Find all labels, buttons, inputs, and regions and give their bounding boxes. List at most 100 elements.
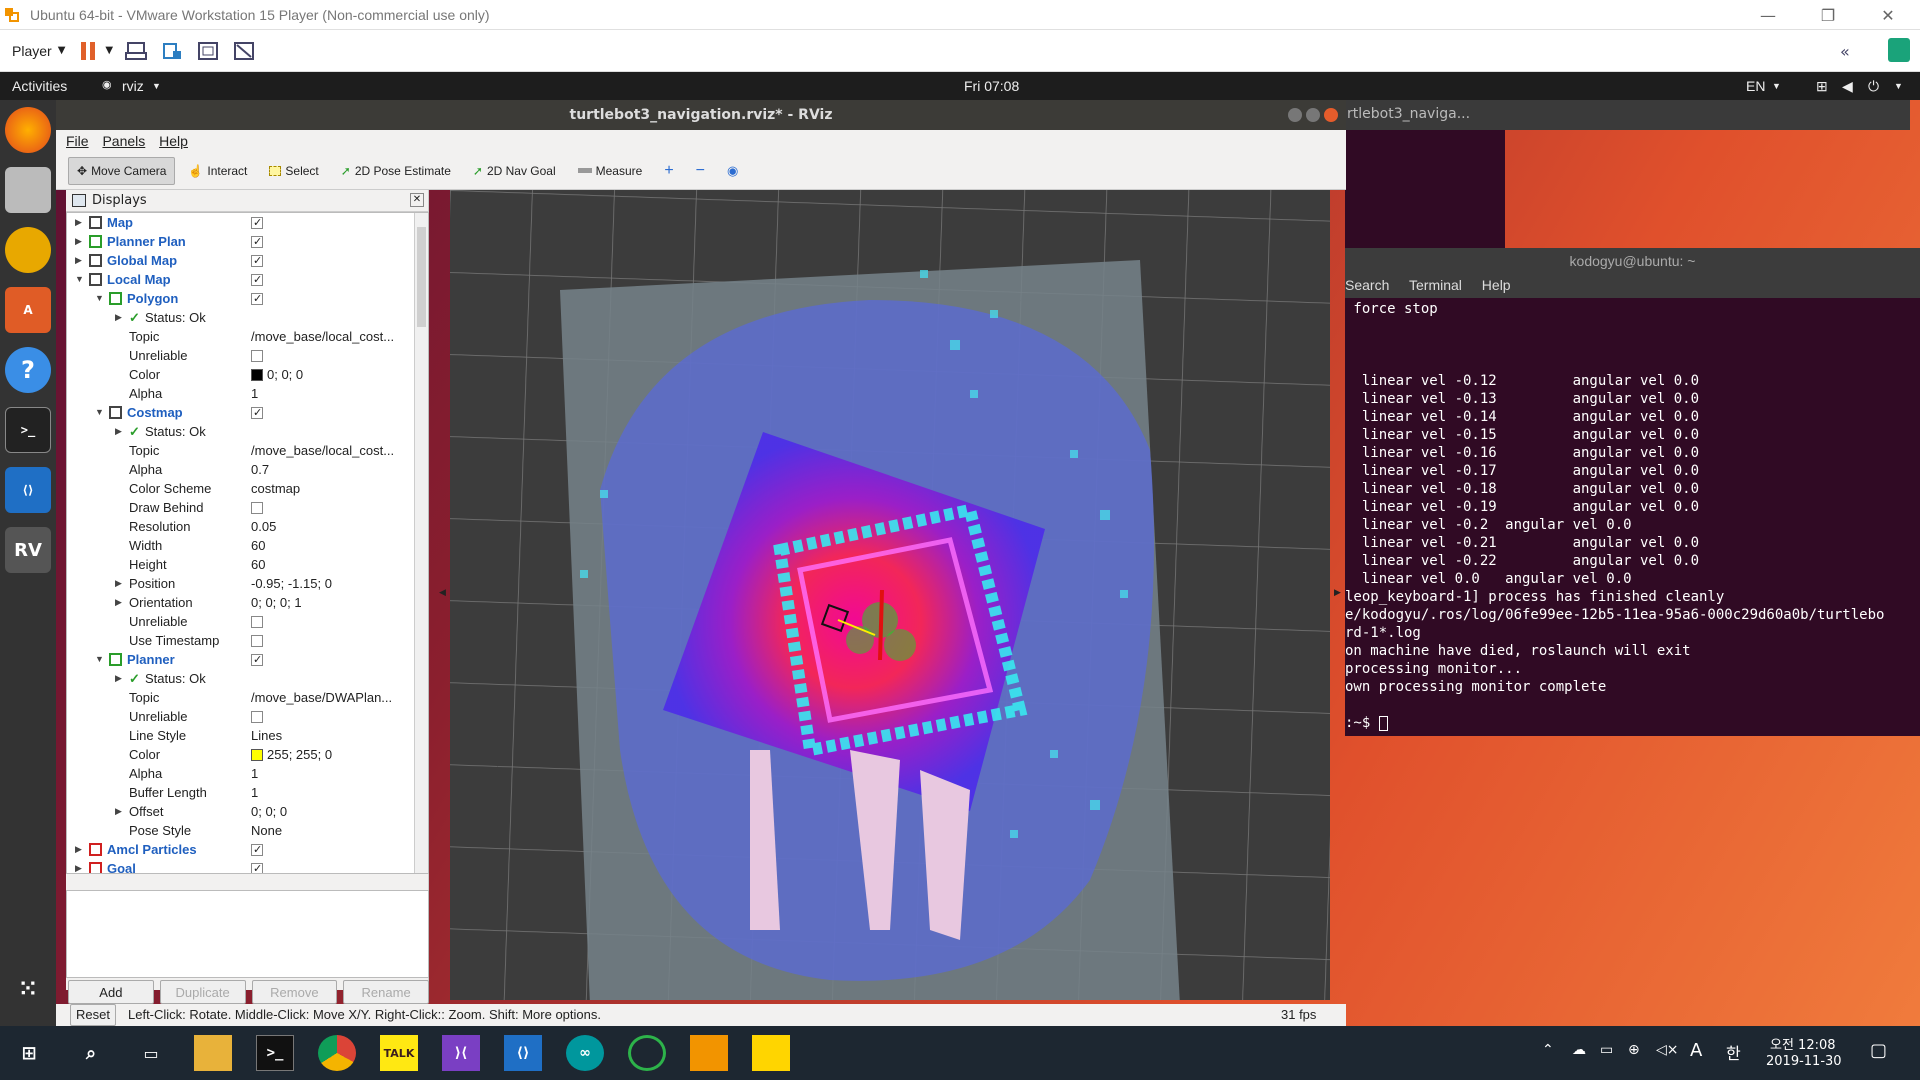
expand-right-icon[interactable]: ▶	[75, 232, 82, 251]
tree-row[interactable]: Topic/move_base/local_cost...	[67, 327, 412, 346]
tree-row[interactable]: Width 60	[67, 536, 412, 555]
tree-row[interactable]: Topic/move_base/local_cost...	[67, 441, 412, 460]
menu-file[interactable]: File	[66, 133, 89, 149]
sticky-notes-icon[interactable]	[752, 1035, 790, 1071]
checkbox[interactable]	[251, 349, 263, 362]
tree-row[interactable]: ▶ Amcl Particles	[67, 840, 412, 859]
reset-button[interactable]: Reset	[70, 1004, 116, 1026]
taskbar-date[interactable]: 2019-11-30	[1766, 1054, 1842, 1069]
tree-row-value[interactable]: /move_base/local_cost...	[251, 441, 413, 460]
rviz-icon[interactable]: RV	[5, 527, 51, 573]
file-explorer-icon[interactable]	[194, 1035, 232, 1071]
notification-icon[interactable]: ▢	[1870, 1040, 1887, 1061]
tree-row-value[interactable]: -0.95; -1.15; 0	[251, 574, 413, 593]
scrollbar-thumb[interactable]	[417, 227, 426, 327]
tree-row-value[interactable]	[251, 498, 413, 517]
menu-help[interactable]: Help	[1482, 277, 1511, 293]
tree-row-value[interactable]	[251, 213, 413, 232]
volume-icon[interactable]: ◀	[1842, 78, 1853, 95]
checkbox[interactable]	[251, 404, 263, 422]
fit-guest-icon[interactable]	[195, 39, 221, 63]
tree-row-value[interactable]	[251, 289, 413, 308]
tree-row-value[interactable]: 1	[251, 783, 413, 802]
checkbox[interactable]	[251, 651, 263, 669]
tree-row-value[interactable]: 60	[251, 536, 413, 555]
rename-button[interactable]: Rename	[343, 980, 429, 1004]
kakaotalk-icon[interactable]: TALK	[380, 1035, 418, 1071]
chevron-down-icon[interactable]: ▼	[1772, 81, 1781, 91]
checkbox[interactable]	[251, 252, 263, 270]
tree-row[interactable]: ▶ Map	[67, 213, 412, 232]
maximize-icon[interactable]	[1306, 108, 1320, 122]
windows-start-icon[interactable]: ⊞	[10, 1035, 48, 1071]
tree-row-value[interactable]	[251, 650, 413, 669]
ime-language[interactable]: 한	[1726, 1040, 1741, 1064]
power-icon[interactable]: ⏻	[1868, 78, 1879, 95]
language-indicator[interactable]: EN	[1746, 78, 1765, 94]
menu-help[interactable]: Help	[159, 133, 188, 149]
chrome-icon[interactable]	[318, 1035, 356, 1071]
collapse-right-icon[interactable]: ▶	[1334, 588, 1341, 598]
tree-row[interactable]: Alpha 1	[67, 384, 412, 403]
tree-row[interactable]: ▶ Goal	[67, 859, 412, 873]
tree-row[interactable]: Topic/move_base/DWAPlan...	[67, 688, 412, 707]
tree-row[interactable]: Line Style Lines	[67, 726, 412, 745]
firefox-icon[interactable]	[5, 107, 51, 153]
cloud-icon[interactable]: ☁	[1572, 1042, 1586, 1058]
show-applications-icon[interactable]: ⁙	[5, 966, 51, 1012]
checkbox[interactable]	[251, 841, 263, 859]
add-tool-icon[interactable]: +	[655, 157, 682, 185]
checkbox[interactable]	[251, 233, 263, 251]
terminal-icon[interactable]: >_	[5, 407, 51, 453]
tree-row-value[interactable]: 0; 0; 0	[251, 802, 413, 821]
checkbox[interactable]	[251, 271, 263, 289]
chevron-up-icon[interactable]: ⌃	[1542, 1042, 1554, 1058]
tree-row[interactable]: Color Scheme costmap	[67, 479, 412, 498]
expand-down-icon[interactable]: ▼	[75, 270, 84, 289]
rviz-3d-viewport[interactable]	[450, 190, 1330, 1000]
close-icon[interactable]	[1324, 108, 1338, 122]
vscode-icon[interactable]: ⟨⟩	[5, 467, 51, 513]
expand-right-icon[interactable]: ▶	[75, 251, 82, 270]
expand-down-icon[interactable]: ▼	[95, 403, 104, 422]
player-menu[interactable]: Player	[12, 43, 52, 59]
tree-row-value[interactable]	[251, 707, 413, 726]
menu-panels[interactable]: Panels	[102, 133, 145, 149]
checkbox[interactable]	[251, 290, 263, 308]
tree-row[interactable]: ▶ Planner Plan	[67, 232, 412, 251]
minimize-icon[interactable]: —	[1740, 0, 1796, 30]
tree-row-value[interactable]: 60	[251, 555, 413, 574]
tree-row-value[interactable]: Lines	[251, 726, 413, 745]
background-window-title[interactable]: rtlebot3_naviga...	[1345, 100, 1910, 130]
tree-row-value[interactable]	[251, 251, 413, 270]
tree-row[interactable]: ▼ Local Map	[67, 270, 412, 289]
tree-row[interactable]: Use Timestamp	[67, 631, 412, 650]
tree-row-value[interactable]: 0.05	[251, 517, 413, 536]
network-icon[interactable]: ⊕	[1628, 1042, 1640, 1058]
tree-row[interactable]: ▶ ✓ Status: Ok	[67, 669, 412, 688]
tree-row-value[interactable]	[251, 403, 413, 422]
chevron-down-icon[interactable]: ▼	[1894, 81, 1903, 91]
tree-row-value[interactable]: 255; 255; 0	[251, 745, 413, 764]
task-view-icon[interactable]: ▭	[132, 1035, 170, 1071]
tree-row[interactable]: ▶ Orientation 0; 0; 0; 1	[67, 593, 412, 612]
color-swatch[interactable]	[251, 748, 263, 761]
ime-mode[interactable]: A	[1690, 1040, 1702, 1061]
tree-row-value[interactable]	[251, 346, 413, 365]
software-center-icon[interactable]: A	[5, 287, 51, 333]
duplicate-button[interactable]: Duplicate	[159, 980, 246, 1004]
expand-right-icon[interactable]: ▶	[115, 669, 122, 688]
tree-row[interactable]: Pose Style None	[67, 821, 412, 840]
tree-row[interactable]: Unreliable	[67, 612, 412, 631]
tree-row[interactable]: Resolution 0.05	[67, 517, 412, 536]
tree-row[interactable]: Draw Behind	[67, 498, 412, 517]
expand-right-icon[interactable]: ▶	[75, 213, 82, 232]
chevron-down-icon[interactable]: ▼	[58, 45, 66, 56]
vmware-taskbar-icon[interactable]	[690, 1035, 728, 1071]
remove-tool-icon[interactable]: −	[687, 157, 714, 185]
tree-row[interactable]: ▶ Position -0.95; -1.15; 0	[67, 574, 412, 593]
library-icon[interactable]	[1888, 38, 1910, 62]
taskbar-time[interactable]: 오전 12:08	[1770, 1034, 1836, 1053]
tree-row[interactable]: ▶ ✓ Status: Ok	[67, 308, 412, 327]
menu-terminal[interactable]: Terminal	[1409, 277, 1462, 293]
